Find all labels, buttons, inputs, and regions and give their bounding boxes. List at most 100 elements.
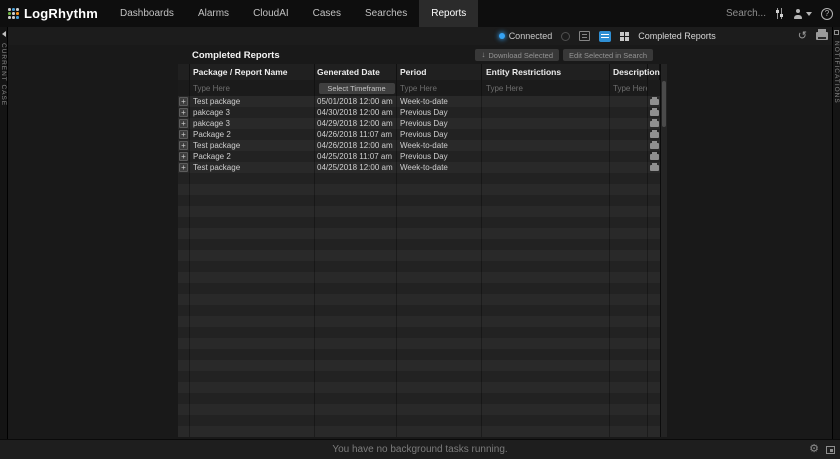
table-row[interactable]: +pakcage 304/29/2018 12:00 amPrevious Da… <box>178 118 660 129</box>
expand-cell: + <box>178 96 190 107</box>
empty-row <box>178 272 660 283</box>
table-row[interactable]: +Package 204/25/2018 11:07 amPrevious Da… <box>178 151 660 162</box>
tab-searches[interactable]: Searches <box>353 0 419 27</box>
cell-print <box>648 140 660 151</box>
status-message: You have no background tasks running. <box>332 444 507 455</box>
column-header-description[interactable]: Description <box>610 64 648 80</box>
cell-entity-restrictions <box>482 151 610 162</box>
row-print-icon[interactable] <box>650 99 659 105</box>
top-navigation: LogRhythm DashboardsAlarmsCloudAICasesSe… <box>0 0 840 27</box>
column-header-name[interactable]: Package / Report Name <box>190 64 315 80</box>
report-list-icon[interactable] <box>579 31 590 41</box>
row-print-icon[interactable] <box>650 143 659 149</box>
empty-row <box>178 327 660 338</box>
row-print-icon[interactable] <box>650 121 659 127</box>
tab-alarms[interactable]: Alarms <box>186 0 241 27</box>
collapse-arrow-icon[interactable] <box>2 31 6 37</box>
empty-row <box>178 305 660 316</box>
column-header-period[interactable]: Period <box>397 64 482 80</box>
empty-row <box>178 426 660 437</box>
empty-row <box>178 239 660 250</box>
expand-row-icon[interactable]: + <box>179 97 188 106</box>
row-print-icon[interactable] <box>650 165 659 171</box>
empty-row <box>178 382 660 393</box>
expand-cell: + <box>178 107 190 118</box>
select-timeframe-button[interactable]: Select Timeframe <box>319 83 395 94</box>
row-print-icon[interactable] <box>650 110 659 116</box>
filter-period-input[interactable]: Type Here <box>397 80 482 96</box>
refresh-icon[interactable]: ↺ <box>798 31 807 42</box>
scrollbar-thumb[interactable] <box>662 81 666 127</box>
filter-entity-input[interactable]: Type Here <box>482 80 610 96</box>
notifications-pin-icon[interactable] <box>834 30 839 35</box>
filter-row: Type Here Select Timeframe Type Here Typ… <box>178 80 660 96</box>
table-row[interactable]: +Test package05/01/2018 12:00 amWeek-to-… <box>178 96 660 107</box>
expand-cell: + <box>178 140 190 151</box>
table-row[interactable]: +Test package04/25/2018 12:00 amWeek-to-… <box>178 162 660 173</box>
vertical-scrollbar[interactable] <box>660 64 667 437</box>
cell-generated-date: 04/26/2018 12:00 am <box>315 140 397 151</box>
cell-description <box>610 118 648 129</box>
empty-row <box>178 184 660 195</box>
grid-icon <box>620 32 629 41</box>
expand-row-icon[interactable]: + <box>179 108 188 117</box>
download-icon: ↓ <box>481 51 485 59</box>
cell-generated-date: 04/25/2018 11:07 am <box>315 151 397 162</box>
filter-description-input[interactable]: Type Here <box>610 80 648 96</box>
cell-print <box>648 96 660 107</box>
cell-package-name: Test package <box>190 140 315 151</box>
current-case-label: CURRENT CASE <box>0 43 7 106</box>
help-icon[interactable]: ? <box>821 8 833 20</box>
expand-row-icon[interactable]: + <box>179 141 188 150</box>
tab-cases[interactable]: Cases <box>301 0 353 27</box>
column-header-entity[interactable]: Entity Restrictions <box>482 64 610 80</box>
expand-row-icon[interactable]: + <box>179 119 188 128</box>
table-row[interactable]: +Package 204/26/2018 11:07 amPrevious Da… <box>178 129 660 140</box>
cell-print <box>648 162 660 173</box>
cell-entity-restrictions <box>482 129 610 140</box>
completed-reports-view-icon[interactable] <box>599 31 611 42</box>
connected-dot-icon <box>499 33 505 39</box>
filter-date-cell: Select Timeframe <box>315 80 397 96</box>
cell-description <box>610 129 648 140</box>
logrhythm-logo-icon <box>8 8 19 19</box>
current-case-strip[interactable]: CURRENT CASE <box>0 27 8 439</box>
search-input[interactable]: Search... <box>726 8 766 19</box>
user-menu[interactable] <box>793 9 812 19</box>
tab-cloudai[interactable]: CloudAI <box>241 0 301 27</box>
cell-period: Week-to-date <box>397 140 482 151</box>
expand-row-icon[interactable]: + <box>179 130 188 139</box>
column-header-date[interactable]: Generated Date <box>315 64 397 80</box>
filter-sliders-icon[interactable] <box>775 8 784 19</box>
notifications-strip[interactable]: NOTIFICATIONS <box>832 27 840 439</box>
expand-row-icon[interactable]: + <box>179 152 188 161</box>
completed-reports-panel: Completed Reports ↓ Download Selected Ed… <box>178 49 667 437</box>
gear-icon[interactable]: ⚙ <box>809 444 819 455</box>
tab-reports[interactable]: Reports <box>419 0 478 27</box>
logrhythm-logo[interactable]: LogRhythm <box>0 6 108 21</box>
empty-row <box>178 415 660 426</box>
row-print-icon[interactable] <box>650 154 659 160</box>
cell-period: Previous Day <box>397 151 482 162</box>
cell-generated-date: 05/01/2018 12:00 am <box>315 96 397 107</box>
table-row[interactable]: +pakcage 304/30/2018 12:00 amPrevious Da… <box>178 107 660 118</box>
tab-dashboards[interactable]: Dashboards <box>108 0 186 27</box>
connection-status: Connected <box>499 31 553 41</box>
expand-row-icon[interactable]: + <box>179 163 188 172</box>
cell-generated-date: 04/26/2018 11:07 am <box>315 129 397 140</box>
row-print-icon[interactable] <box>650 132 659 138</box>
dock-icon[interactable] <box>826 446 835 454</box>
print-icon[interactable] <box>816 32 828 40</box>
panel-actions: ↓ Download Selected Edit Selected in Sea… <box>475 49 653 61</box>
table-row[interactable]: +Test package04/26/2018 12:00 amWeek-to-… <box>178 140 660 151</box>
cell-period: Previous Day <box>397 118 482 129</box>
cell-description <box>610 107 648 118</box>
topnav-right: Search... ? <box>726 8 840 20</box>
filter-name-input[interactable]: Type Here <box>190 80 315 96</box>
empty-row <box>178 393 660 404</box>
download-selected-button[interactable]: ↓ Download Selected <box>475 49 559 61</box>
edit-selected-button[interactable]: Edit Selected in Search <box>563 49 653 61</box>
expand-cell: + <box>178 162 190 173</box>
cell-description <box>610 162 648 173</box>
app-window: LogRhythm DashboardsAlarmsCloudAICasesSe… <box>0 0 840 459</box>
